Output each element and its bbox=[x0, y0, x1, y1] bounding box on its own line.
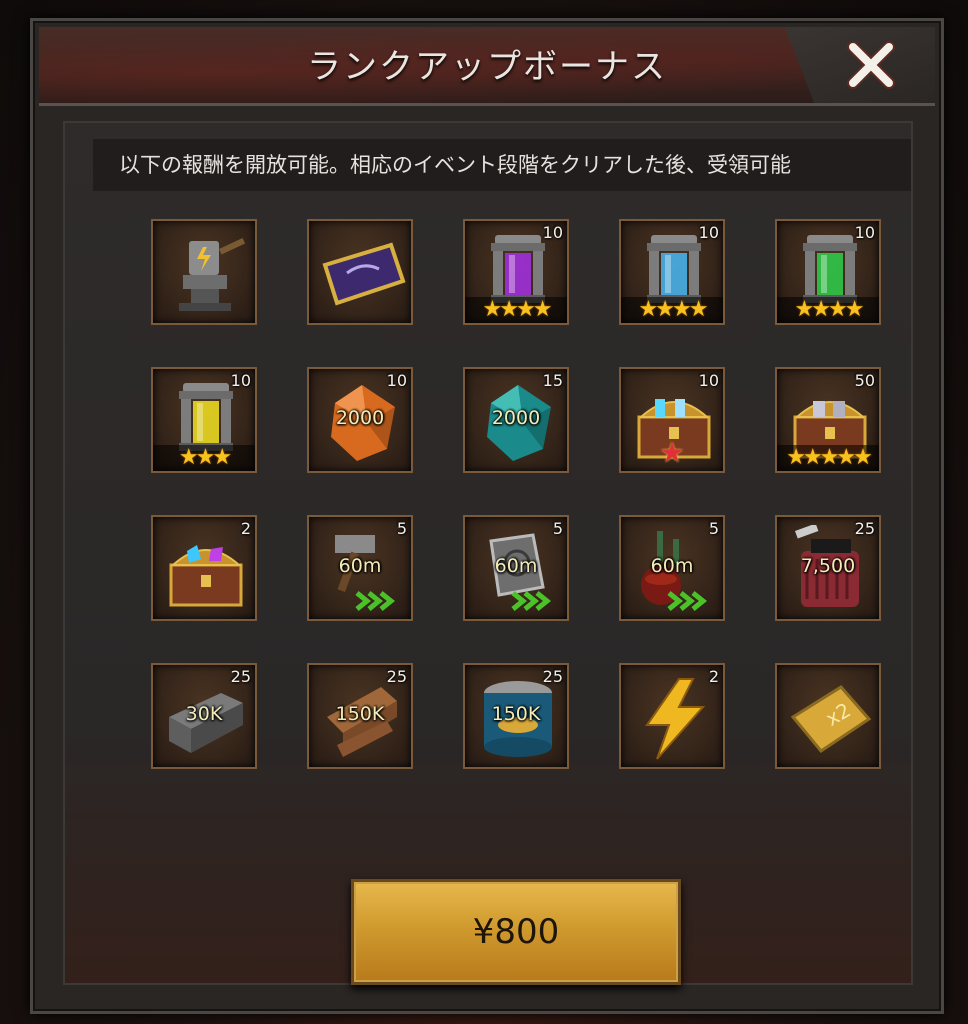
lightning-icon bbox=[645, 678, 706, 760]
reward-tile[interactable]: 15 2000 bbox=[463, 367, 569, 473]
gem-chest-icon bbox=[169, 545, 243, 607]
blueprint-icon bbox=[322, 242, 406, 306]
reward-tile[interactable]: 5 60m bbox=[307, 515, 413, 621]
reward-quantity: 25 bbox=[386, 667, 407, 686]
star-rating: ★★★ bbox=[153, 445, 255, 471]
reward-tile[interactable]: 25 150K bbox=[307, 663, 413, 769]
reward-tile[interactable]: 25 150K bbox=[463, 663, 569, 769]
notice-text: 以下の報酬を開放可能。相応のイベント段階をクリアした後、受領可能 bbox=[93, 139, 911, 191]
reward-quantity: 2 bbox=[240, 519, 251, 538]
reward-quantity: 25 bbox=[230, 667, 251, 686]
x2-ticket-icon: x2 bbox=[790, 685, 872, 754]
reward-tile[interactable]: 2 bbox=[619, 663, 725, 769]
reward-quantity: 10 bbox=[698, 223, 719, 242]
reward-quantity: 15 bbox=[542, 371, 563, 390]
reward-amount: 60m bbox=[338, 555, 382, 577]
reward-tile[interactable]: 25 7,500 bbox=[775, 515, 881, 621]
star-rating: ★★★★ bbox=[621, 297, 723, 323]
reward-amount: 2000 bbox=[491, 407, 541, 429]
reward-tile[interactable]: 2 bbox=[151, 515, 257, 621]
star-rating: ★★★★★ bbox=[777, 445, 879, 471]
reward-quantity: 25 bbox=[854, 519, 875, 538]
title-bar: ランクアップボーナス bbox=[39, 27, 935, 106]
star-rating: ★★★★ bbox=[465, 297, 567, 323]
reward-amount: 2000 bbox=[335, 407, 385, 429]
reward-amount: 30K bbox=[185, 703, 223, 725]
reward-amount: 7,500 bbox=[800, 555, 856, 577]
reward-tile[interactable]: 5 60m bbox=[463, 515, 569, 621]
reward-tile[interactable]: 10 ★★★★ bbox=[775, 219, 881, 325]
reward-grid: 10 ★★★★ 10 ★★★★ 10 ★★★★ 10 ★★★ 10 2000 15 2000 10 ★ 50… bbox=[151, 219, 885, 769]
reward-tile[interactable] bbox=[307, 219, 413, 325]
anvil-icon bbox=[179, 238, 246, 311]
star-rating: ★★★★ bbox=[777, 297, 879, 323]
reward-quantity: 10 bbox=[542, 223, 563, 242]
reward-tile[interactable]: 10 ★★★★ bbox=[619, 219, 725, 325]
content-panel: 以下の報酬を開放可能。相応のイベント段階をクリアした後、受領可能 10 ★★★★ 1… bbox=[63, 121, 913, 985]
reward-amount: 150K bbox=[491, 703, 541, 725]
reward-tile[interactable]: 10 ★★★ bbox=[151, 367, 257, 473]
reward-tile[interactable] bbox=[151, 219, 257, 325]
rank-up-bonus-dialog: ランクアップボーナス 以下の報酬を開放可能。相応のイベント段階をクリアした後、受… bbox=[30, 18, 944, 1014]
reward-tile[interactable]: 25 30K bbox=[151, 663, 257, 769]
star-rating: ★ bbox=[659, 436, 685, 469]
reward-quantity: 2 bbox=[708, 667, 719, 686]
reward-quantity: 10 bbox=[698, 371, 719, 390]
purchase-button[interactable]: ¥800 bbox=[351, 879, 681, 985]
reward-quantity: 50 bbox=[854, 371, 875, 390]
reward-quantity: 10 bbox=[854, 223, 875, 242]
reward-tile[interactable]: x2 bbox=[775, 663, 881, 769]
close-icon bbox=[847, 41, 895, 89]
close-button[interactable] bbox=[843, 37, 899, 93]
reward-quantity: 5 bbox=[396, 519, 407, 538]
reward-quantity: 25 bbox=[542, 667, 563, 686]
reward-quantity: 5 bbox=[552, 519, 563, 538]
reward-quantity: 5 bbox=[708, 519, 719, 538]
reward-amount: 60m bbox=[650, 555, 694, 577]
reward-amount: 60m bbox=[494, 555, 538, 577]
reward-tile[interactable]: 5 60m bbox=[619, 515, 725, 621]
reward-quantity: 10 bbox=[386, 371, 407, 390]
reward-amount: 150K bbox=[335, 703, 385, 725]
reward-tile[interactable]: 10 ★★★★ bbox=[463, 219, 569, 325]
reward-quantity: 10 bbox=[230, 371, 251, 390]
reward-tile[interactable]: 10 2000 bbox=[307, 367, 413, 473]
reward-tile[interactable]: 10 ★ bbox=[619, 367, 725, 473]
reward-tile[interactable]: 50 ★★★★★ bbox=[775, 367, 881, 473]
